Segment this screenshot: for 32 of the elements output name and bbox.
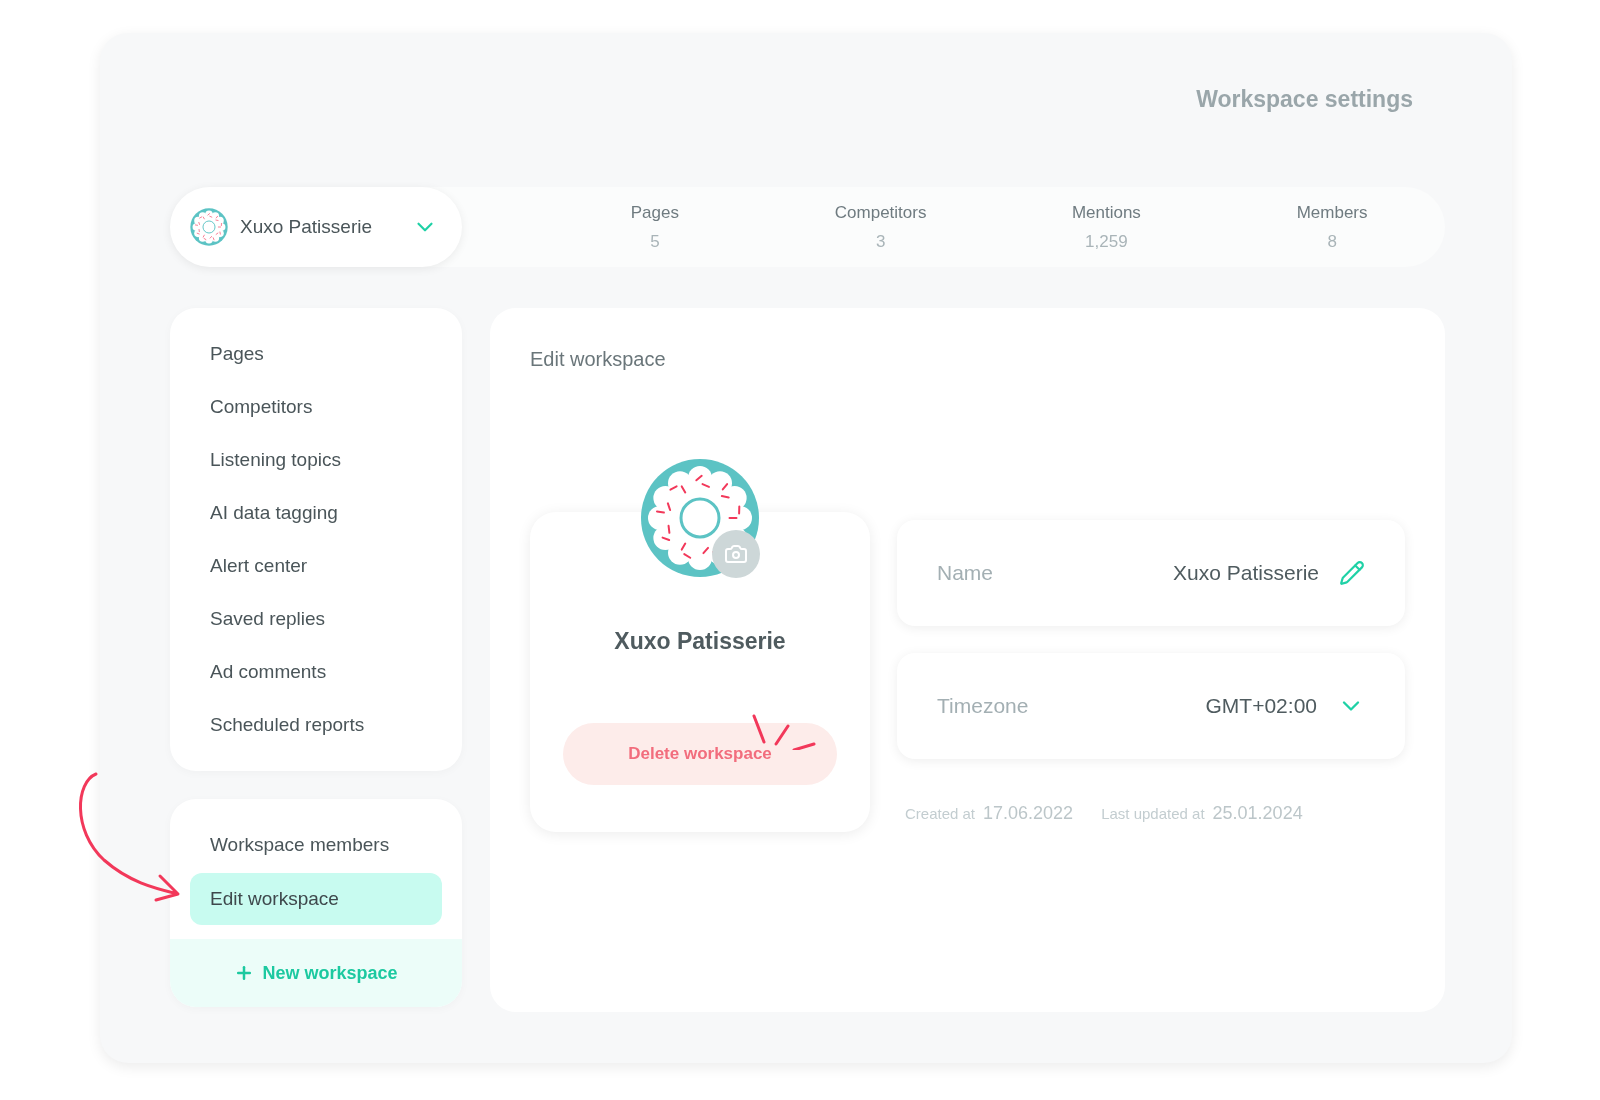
sidebar-item[interactable]: Edit workspace <box>190 873 442 925</box>
page-title: Workspace settings <box>1196 84 1413 114</box>
sidebar-item[interactable]: Workspace members <box>190 819 442 871</box>
meta-label: Last updated at <box>1101 804 1205 824</box>
field-value: Xuxo Patisserie <box>1173 560 1319 587</box>
field-label: Name <box>937 560 994 587</box>
stat-value: 3 <box>875 231 886 253</box>
sidebar-item[interactable]: Listening topics <box>190 434 442 486</box>
meta-label: Created at <box>905 804 976 824</box>
meta-value: 25.01.2024 <box>1212 802 1303 825</box>
sidebar-item[interactable]: Competitors <box>190 381 442 433</box>
stat-label: Mentions <box>1071 201 1141 224</box>
stat-label: Competitors <box>834 201 927 224</box>
stat-label: Pages <box>630 201 679 224</box>
stat-value: 5 <box>650 231 660 253</box>
sidebar-item[interactable]: Alert center <box>190 540 442 592</box>
meta-value: 17.06.2022 <box>983 802 1074 825</box>
sidebar-item[interactable]: AI data tagging <box>190 487 442 539</box>
sidebar-item[interactable]: Pages <box>190 328 442 380</box>
sidebar-item[interactable]: Ad comments <box>190 646 442 698</box>
sidebar-item[interactable]: Saved replies <box>190 593 442 645</box>
stat-value: 8 <box>1327 231 1337 253</box>
workspace-selector[interactable]: Xuxo Patisserie <box>170 187 462 267</box>
sidebar-item[interactable]: Scheduled reports <box>190 699 442 751</box>
field-value[interactable]: GMT+02:00 <box>1205 690 1317 722</box>
donut-logo-icon <box>190 208 228 246</box>
section-title: Edit workspace <box>530 347 667 372</box>
workspace-name: Xuxo Patisserie <box>614 627 786 656</box>
edit-icon[interactable] <box>1339 560 1365 586</box>
stat-value: 1,259 <box>1085 231 1128 253</box>
field-label: Timezone <box>937 693 1029 720</box>
stat-label: Members <box>1296 201 1368 224</box>
